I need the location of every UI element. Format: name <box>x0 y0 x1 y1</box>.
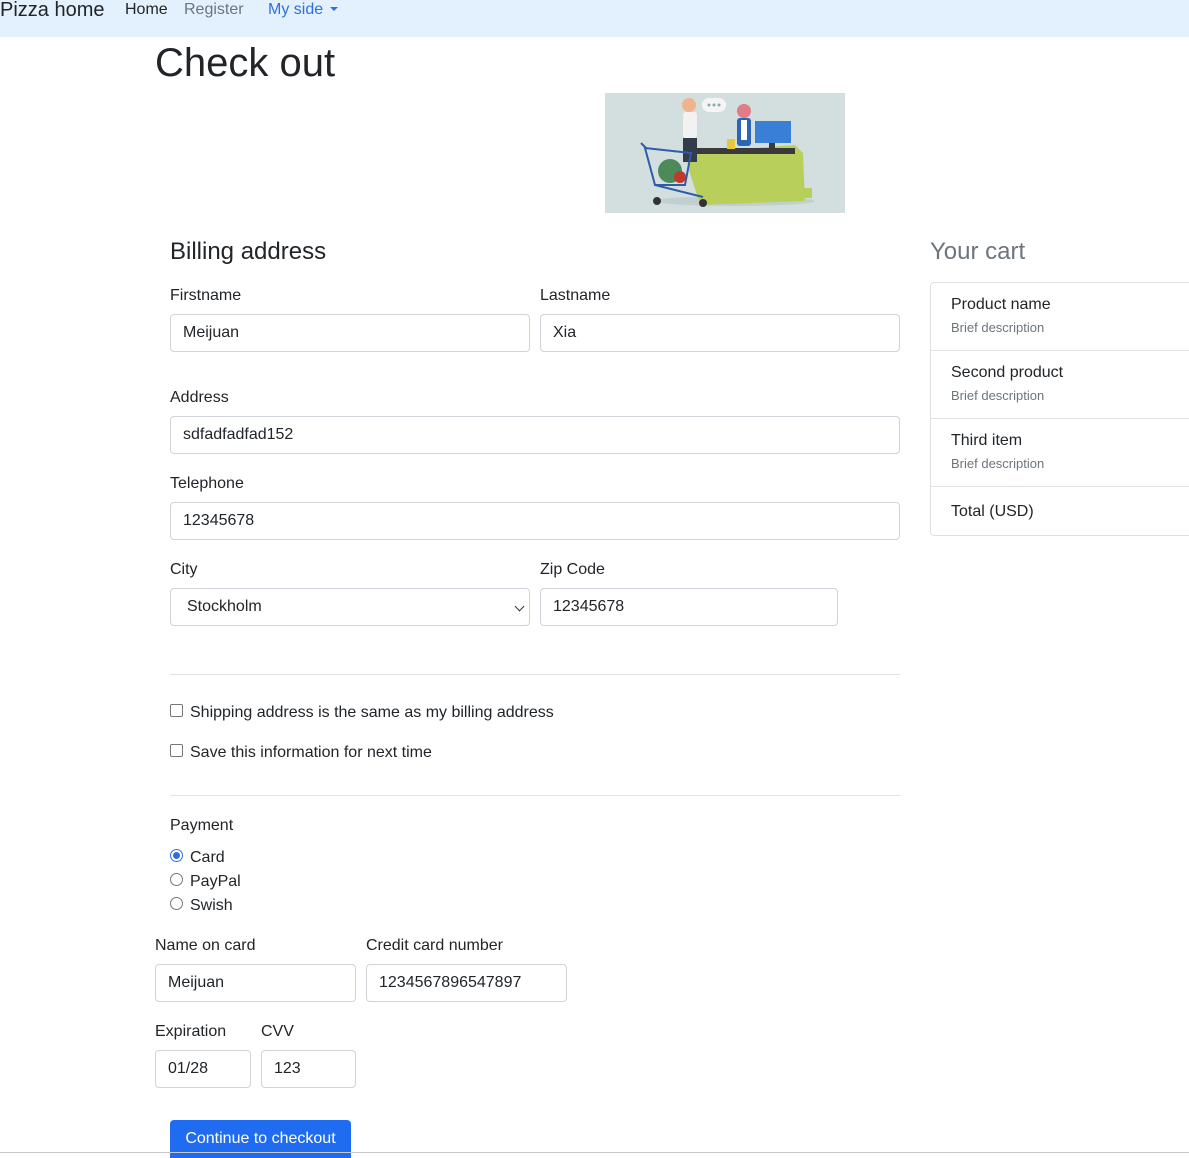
city-label: City <box>170 561 198 578</box>
save-info-label[interactable]: Save this information for next time <box>190 743 432 763</box>
firstname-input[interactable]: Meijuan <box>170 314 530 352</box>
divider <box>0 1152 1189 1153</box>
divider <box>170 795 900 796</box>
zip-label: Zip Code <box>540 561 605 578</box>
cart-list: Product name Brief description Second pr… <box>930 282 1189 536</box>
city-selected-value: Stockholm <box>187 598 262 615</box>
cart-item-name: Product name <box>951 296 1051 313</box>
lastname-input[interactable]: Xia <box>540 314 900 352</box>
expiration-label: Expiration <box>155 1023 227 1040</box>
divider <box>170 674 900 675</box>
brand-link[interactable]: Pizza home <box>0 0 105 23</box>
payment-paypal-radio[interactable] <box>170 873 183 886</box>
same-address-label[interactable]: Shipping address is the same as my billi… <box>190 703 554 723</box>
address-label: Address <box>170 389 229 406</box>
firstname-label: Firstname <box>170 287 242 304</box>
cart-item: Third item Brief description <box>931 419 1189 487</box>
card-number-label: Credit card number <box>366 937 503 954</box>
cart-item: Product name Brief description <box>931 283 1189 351</box>
same-address-checkbox[interactable] <box>170 704 183 717</box>
cart-item-name: Second product <box>951 364 1064 381</box>
page-title: Check out <box>155 41 336 85</box>
telephone-label: Telephone <box>170 475 244 492</box>
payment-card-label[interactable]: Card <box>190 848 225 868</box>
zip-input[interactable]: 12345678 <box>540 588 838 626</box>
nav-register-link[interactable]: Register <box>184 0 244 20</box>
nav-my-side-dropdown[interactable]: My side <box>268 0 339 20</box>
cart-title: Your cart <box>930 238 1026 265</box>
cart-item-description: Brief description <box>951 388 1045 403</box>
checkout-illustration <box>605 93 845 213</box>
checkout-illustration-icon <box>605 93 845 213</box>
nav-home-link[interactable]: Home <box>125 0 168 20</box>
cart-total-label: Total (USD) <box>951 503 1034 520</box>
telephone-input[interactable]: 12345678 <box>170 502 900 540</box>
payment-card-radio[interactable] <box>170 849 183 862</box>
card-number-input[interactable]: 1234567896547897 <box>366 964 567 1002</box>
cart-item: Second product Brief description <box>931 351 1189 419</box>
cart-item-description: Brief description <box>951 456 1045 471</box>
chevron-down-icon <box>514 601 525 612</box>
cart-item-description: Brief description <box>951 320 1045 335</box>
caret-down-icon <box>330 7 339 11</box>
expiration-input[interactable]: 01/28 <box>155 1050 251 1088</box>
navbar: Pizza home Home Register My side <box>0 0 1189 37</box>
cvv-label: CVV <box>261 1023 294 1040</box>
save-info-checkbox[interactable] <box>170 744 183 757</box>
cvv-input[interactable]: 123 <box>261 1050 356 1088</box>
address-input[interactable]: sdfadfadfad152 <box>170 416 900 454</box>
payment-swish-radio[interactable] <box>170 897 183 910</box>
payment-paypal-label[interactable]: PayPal <box>190 872 241 892</box>
billing-title: Billing address <box>170 238 327 265</box>
cart-item-name: Third item <box>951 432 1023 449</box>
nav-my-side-label: My side <box>268 1 324 18</box>
name-on-card-input[interactable]: Meijuan <box>155 964 356 1002</box>
lastname-label: Lastname <box>540 287 611 304</box>
name-on-card-label: Name on card <box>155 937 256 954</box>
city-select[interactable]: Stockholm <box>170 588 530 626</box>
payment-swish-label[interactable]: Swish <box>190 896 233 916</box>
payment-label: Payment <box>170 817 234 834</box>
